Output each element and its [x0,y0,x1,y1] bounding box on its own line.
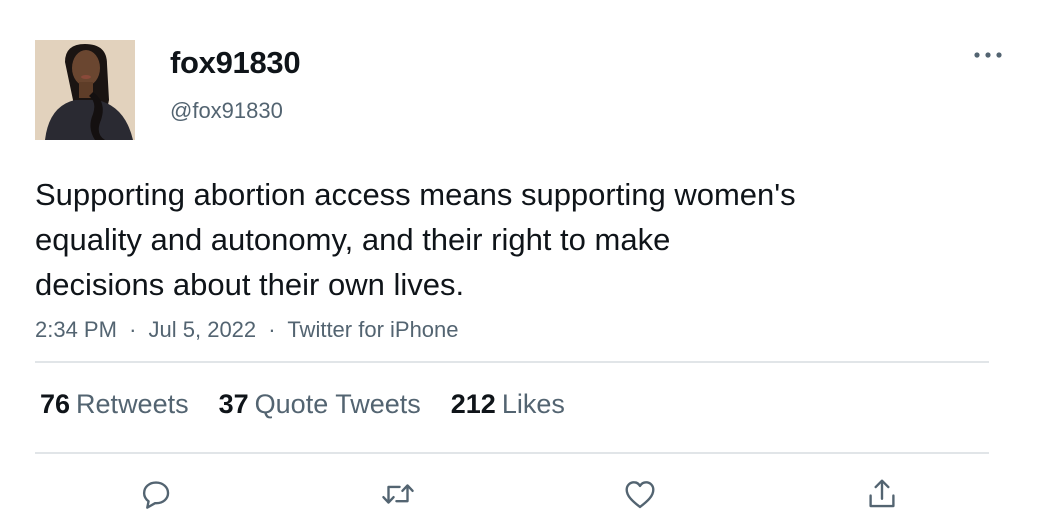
share-button[interactable] [857,470,907,518]
action-bar [0,470,1050,520]
quote-tweets-count: 37 [218,389,249,419]
meta-separator: · [129,317,137,342]
meta-separator: · [268,317,276,342]
user-handle[interactable]: @fox91830 [170,97,283,125]
more-options-button[interactable] [966,40,1010,70]
retweet-button[interactable] [373,470,423,518]
tweet-source[interactable]: Twitter for iPhone [287,317,458,342]
tweet-text: Supporting abortion access means support… [35,172,995,307]
display-name[interactable]: fox91830 [170,44,301,82]
divider [35,361,989,363]
avatar[interactable] [35,40,135,140]
reply-icon [142,481,170,509]
tweet-text-line: Supporting abortion access means support… [35,177,796,212]
retweets-label: Retweets [76,389,189,419]
avatar-photo [35,40,135,140]
tweet-time[interactable]: 2:34 PM [35,317,117,342]
retweets-count: 76 [40,389,71,419]
tweet-text-line: equality and autonomy, and their right t… [35,222,671,257]
retweets-stat[interactable]: 76 Retweets [40,386,189,422]
reply-button[interactable] [131,470,181,518]
tweet-text-line: decisions about their own lives. [35,267,465,302]
likes-label: Likes [501,389,565,419]
like-button[interactable] [615,470,665,518]
more-dots-icon [974,52,1002,58]
likes-stat[interactable]: 212 Likes [451,386,565,422]
tweet-date[interactable]: Jul 5, 2022 [149,317,257,342]
likes-count: 212 [450,389,496,419]
retweet-icon [382,484,414,504]
tweet-meta: 2:34 PM · Jul 5, 2022 · Twitter for iPho… [35,316,459,344]
tweet-stats: 76 Retweets 37 Quote Tweets 212 Likes [40,386,565,422]
like-icon [625,481,655,509]
share-icon [869,479,895,508]
quote-tweets-label: Quote Tweets [254,389,421,419]
quote-tweets-stat[interactable]: 37 Quote Tweets [219,386,421,422]
tweet-card: fox91830 @fox91830 Supporting abortion a… [0,0,1050,525]
divider [35,452,989,454]
